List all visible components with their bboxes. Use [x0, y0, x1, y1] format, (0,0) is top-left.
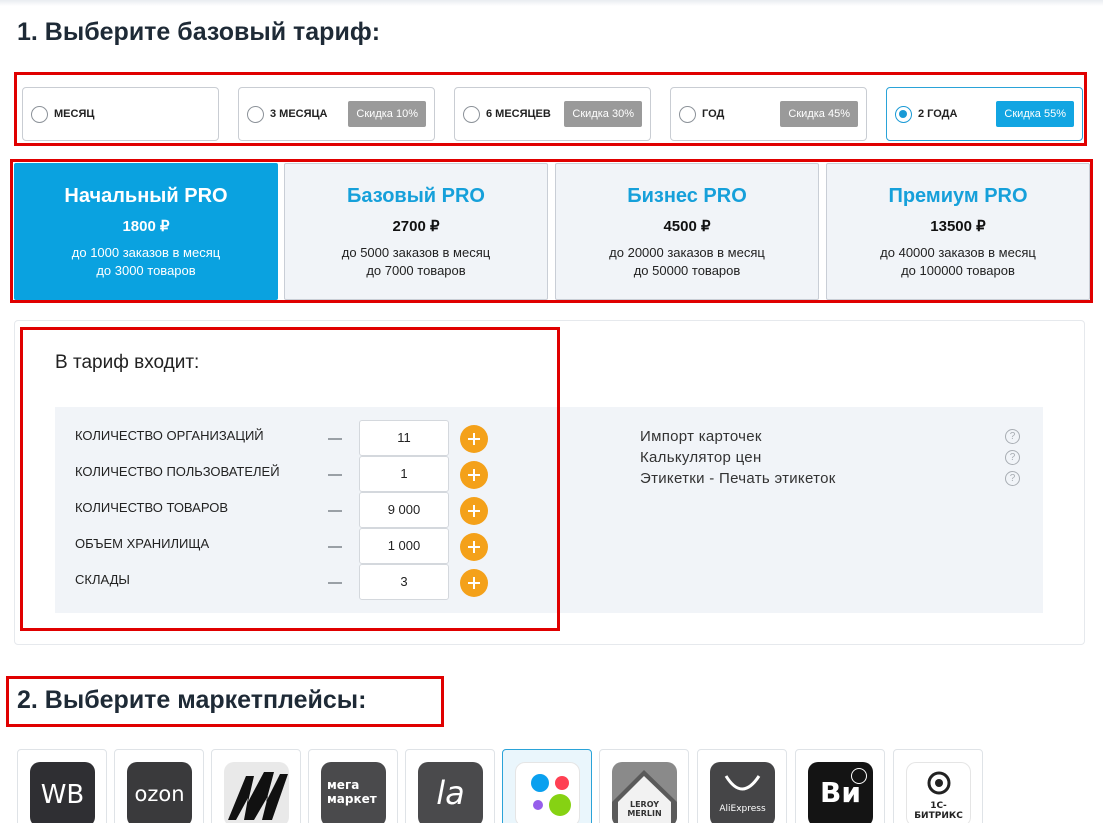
users-quantity-input[interactable]: 1 [359, 456, 449, 492]
option-label: ОБЪЕМ ХРАНИЛИЩА [75, 536, 210, 551]
option-row-warehouses: СКЛАДЫ 3 [75, 564, 495, 608]
period-year[interactable]: ГОД Скидка 45% [670, 87, 867, 141]
plus-icon[interactable] [460, 569, 488, 597]
megamarket-logo: мега маркет [321, 762, 386, 823]
organizations-quantity-input[interactable]: 11 [359, 420, 449, 456]
minus-icon[interactable] [328, 502, 342, 516]
marketplace-wildberries[interactable]: WB [17, 749, 107, 823]
minus-icon[interactable] [328, 538, 342, 552]
plan-name: Базовый PRO [347, 185, 485, 207]
plan-name: Премиум PRO [888, 185, 1028, 207]
plus-icon[interactable] [460, 425, 488, 453]
plus-icon[interactable] [460, 533, 488, 561]
plan-card-basic[interactable]: Базовый PRO 2700 ₽ до 5000 заказов в мес… [284, 163, 548, 300]
marketplace-megamarket[interactable]: мега маркет [308, 749, 398, 823]
marketplace-lamoda[interactable]: la [405, 749, 495, 823]
storage-quantity-input[interactable]: 1 000 [359, 528, 449, 564]
plan-orders: до 40000 заказов в месяц [880, 245, 1036, 260]
plan-price: 4500 ₽ [663, 218, 711, 235]
option-label: КОЛИЧЕСТВО ТОВАРОВ [75, 500, 229, 515]
marketplace-aliexpress[interactable]: AliExpress [697, 749, 787, 823]
discount-badge: Скидка 10% [348, 101, 426, 127]
plan-orders: до 20000 заказов в месяц [609, 245, 765, 260]
marketplace-ozon[interactable]: ozon [114, 749, 204, 823]
includes-title: В тариф входит: [55, 352, 200, 373]
help-icon[interactable]: ? [1005, 450, 1020, 465]
marketplace-yandex-market[interactable] [211, 749, 301, 823]
minus-icon[interactable] [328, 430, 342, 444]
plan-card-premium[interactable]: Премиум PRO 13500 ₽ до 40000 заказов в м… [826, 163, 1090, 300]
ru-badge-icon [851, 768, 867, 784]
radio-selected-icon[interactable] [895, 105, 912, 123]
bitrix-logo: 1С-БИТРИКС [906, 762, 971, 823]
option-label: СКЛАДЫ [75, 572, 130, 587]
plan-price: 13500 ₽ [930, 218, 986, 235]
period-6-months[interactable]: 6 МЕСЯЦЕВ Скидка 30% [454, 87, 651, 141]
products-quantity-input[interactable]: 9 000 [359, 492, 449, 528]
plan-products: до 3000 товаров [96, 263, 196, 278]
feature-import-cards: Импорт карточек [640, 428, 762, 445]
discount-badge: Скидка 55% [996, 101, 1074, 127]
option-label: КОЛИЧЕСТВО ОРГАНИЗАЦИЙ [75, 428, 264, 443]
plan-products: до 7000 товаров [366, 263, 466, 278]
section-title-tariff: 1. Выберите базовый тариф: [17, 18, 381, 46]
discount-badge: Скидка 30% [564, 101, 642, 127]
help-icon[interactable]: ? [1005, 429, 1020, 444]
plan-orders: до 1000 заказов в месяц [71, 245, 221, 260]
feature-label-printing: Этикетки - Печать этикеток [640, 470, 836, 487]
marketplace-leroy-merlin[interactable]: LEROY MERLIN [599, 749, 689, 823]
yandex-market-logo [224, 762, 289, 823]
plan-orders: до 5000 заказов в месяц [341, 245, 491, 260]
help-icon[interactable]: ? [1005, 471, 1020, 486]
plan-products: до 100000 товаров [901, 263, 1015, 278]
period-label: МЕСЯЦ [54, 108, 95, 120]
plan-products: до 50000 товаров [633, 263, 741, 278]
plan-price: 2700 ₽ [392, 218, 440, 235]
marketplace-avito[interactable] [502, 749, 592, 823]
ozon-logo: ozon [127, 762, 192, 823]
plan-name: Бизнес PRO [627, 185, 747, 207]
lamoda-logo: la [418, 762, 483, 823]
plan-card-business[interactable]: Бизнес PRO 4500 ₽ до 20000 заказов в мес… [555, 163, 819, 300]
period-label: ГОД [702, 108, 725, 120]
radio-icon[interactable] [463, 105, 480, 123]
wildberries-logo: WB [30, 762, 95, 823]
top-shadow [0, 0, 1103, 6]
warehouses-quantity-input[interactable]: 3 [359, 564, 449, 600]
minus-icon[interactable] [328, 466, 342, 480]
radio-icon[interactable] [679, 105, 696, 123]
plus-icon[interactable] [460, 497, 488, 525]
vseinstrumenti-logo: Ви [808, 762, 873, 823]
aliexpress-logo: AliExpress [710, 762, 775, 823]
plan-name: Начальный PRO [64, 185, 228, 207]
period-2-years[interactable]: 2 ГОДА Скидка 55% [886, 87, 1083, 141]
minus-icon[interactable] [328, 574, 342, 588]
section-title-marketplaces: 2. Выберите маркетплейсы: [17, 686, 367, 714]
period-label: 2 ГОДА [918, 108, 958, 120]
period-label: 3 МЕСЯЦА [270, 108, 328, 120]
radio-icon[interactable] [247, 105, 264, 123]
plan-card-starter[interactable]: Начальный PRO 1800 ₽ до 1000 заказов в м… [14, 163, 278, 300]
discount-badge: Скидка 45% [780, 101, 858, 127]
avito-dots-logo [515, 762, 580, 823]
radio-icon[interactable] [31, 105, 48, 123]
period-3-months[interactable]: 3 МЕСЯЦА Скидка 10% [238, 87, 435, 141]
plan-price: 1800 ₽ [122, 218, 170, 235]
period-label: 6 МЕСЯЦЕВ [486, 108, 551, 120]
feature-price-calculator: Калькулятор цен [640, 449, 762, 466]
leroy-merlin-logo: LEROY MERLIN [612, 762, 677, 823]
period-month[interactable]: МЕСЯЦ [22, 87, 219, 141]
option-label: КОЛИЧЕСТВО ПОЛЬЗОВАТЕЛЕЙ [75, 464, 280, 479]
marketplace-vseinstrumenti[interactable]: Ви [795, 749, 885, 823]
plus-icon[interactable] [460, 461, 488, 489]
marketplace-bitrix[interactable]: 1С-БИТРИКС [893, 749, 983, 823]
